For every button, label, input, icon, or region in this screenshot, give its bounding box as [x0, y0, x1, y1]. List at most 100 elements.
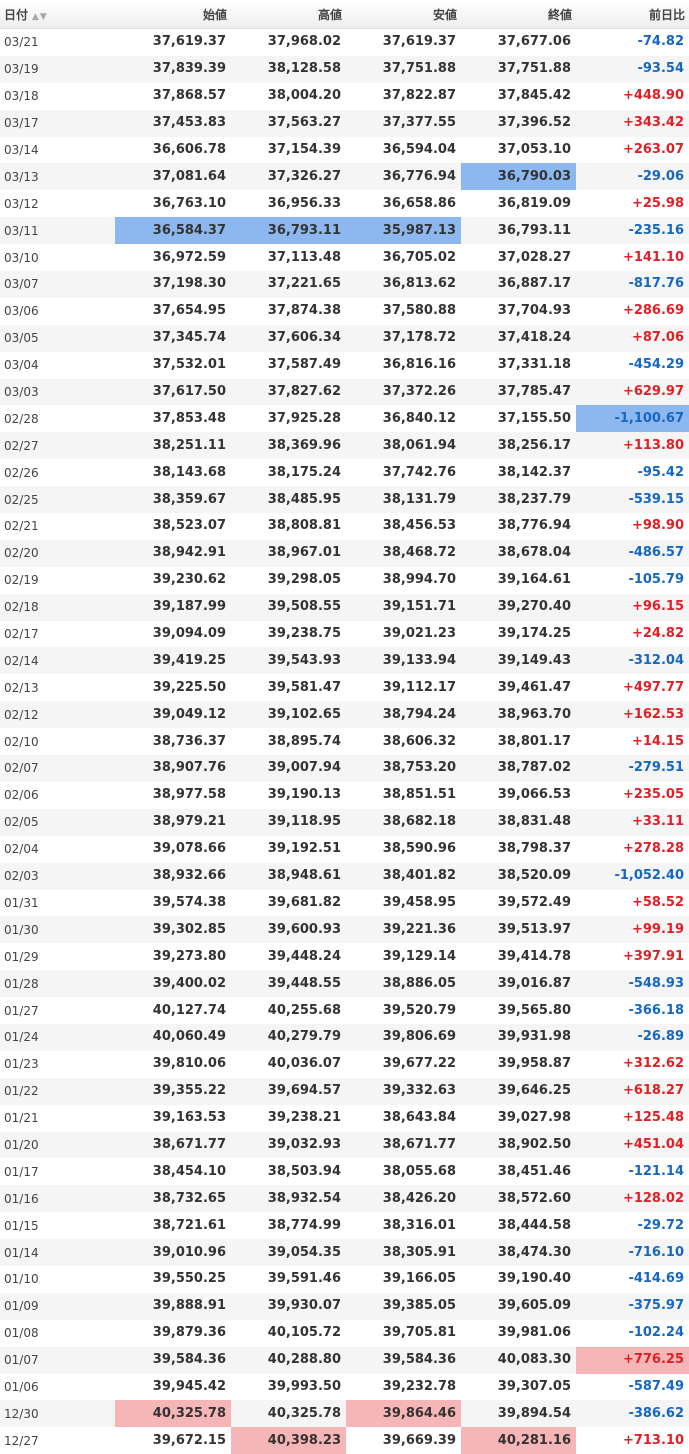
date-cell: 03/05 [0, 325, 115, 352]
date-cell: 01/28 [0, 970, 115, 997]
low-cell: 39,669.39 [346, 1427, 461, 1454]
open-cell: 38,732.65 [115, 1185, 231, 1212]
high-cell: 39,543.93 [231, 647, 346, 674]
close-cell: 36,790.03 [461, 163, 576, 190]
close-cell: 39,270.40 [461, 594, 576, 621]
close-cell: 39,190.40 [461, 1266, 576, 1293]
close-cell: 37,028.27 [461, 244, 576, 271]
open-cell: 39,163.53 [115, 1105, 231, 1132]
sort-arrows-icon[interactable]: ▲▼ [32, 12, 48, 22]
table-row: 03/0537,345.7437,606.3437,178.7237,418.2… [0, 325, 689, 352]
table-row: 01/2239,355.2239,694.5739,332.6339,646.2… [0, 1078, 689, 1105]
change-cell: +25.98 [576, 190, 689, 217]
close-cell: 39,565.80 [461, 997, 576, 1024]
table-row: 01/2440,060.4940,279.7939,806.6939,931.9… [0, 1024, 689, 1051]
low-cell: 39,112.17 [346, 674, 461, 701]
low-cell: 36,705.02 [346, 244, 461, 271]
open-cell: 39,230.62 [115, 567, 231, 594]
close-cell: 39,646.25 [461, 1078, 576, 1105]
open-cell: 37,654.95 [115, 298, 231, 325]
change-cell: +278.28 [576, 836, 689, 863]
change-cell: -74.82 [576, 29, 689, 56]
change-cell: +451.04 [576, 1132, 689, 1159]
date-cell: 01/27 [0, 997, 115, 1024]
table-row: 02/1239,049.1239,102.6538,794.2438,963.7… [0, 701, 689, 728]
high-cell: 38,175.24 [231, 459, 346, 486]
date-cell: 01/15 [0, 1212, 115, 1239]
open-cell: 36,763.10 [115, 190, 231, 217]
table-row: 02/1739,094.0939,238.7539,021.2339,174.2… [0, 621, 689, 648]
table-row: 01/2339,810.0640,036.0739,677.2239,958.8… [0, 1051, 689, 1078]
table-row: 01/1738,454.1038,503.9438,055.6838,451.4… [0, 1158, 689, 1185]
high-cell: 38,485.95 [231, 486, 346, 513]
close-column-header[interactable]: 終値 [461, 0, 576, 29]
open-cell: 38,671.77 [115, 1132, 231, 1159]
open-cell: 39,888.91 [115, 1293, 231, 1320]
open-cell: 38,359.67 [115, 486, 231, 513]
change-cell: -29.72 [576, 1212, 689, 1239]
high-cell: 38,808.81 [231, 513, 346, 540]
table-header: 日付▲▼ 始値 高値 安値 終値 前日比 [0, 0, 689, 29]
open-cell: 36,606.78 [115, 137, 231, 164]
open-cell: 37,453.83 [115, 110, 231, 137]
date-cell: 02/10 [0, 728, 115, 755]
low-cell: 38,468.72 [346, 540, 461, 567]
date-cell: 03/03 [0, 379, 115, 406]
date-column-header[interactable]: 日付▲▼ [0, 0, 115, 29]
high-cell: 40,036.07 [231, 1051, 346, 1078]
low-column-header[interactable]: 安値 [346, 0, 461, 29]
open-cell: 40,325.78 [115, 1400, 231, 1427]
table-row: 03/1036,972.5937,113.4836,705.0237,028.2… [0, 244, 689, 271]
open-cell: 39,302.85 [115, 916, 231, 943]
open-cell: 37,839.39 [115, 56, 231, 83]
high-cell: 38,967.01 [231, 540, 346, 567]
open-cell: 37,198.30 [115, 271, 231, 298]
table-row: 01/1439,010.9639,054.3538,305.9138,474.3… [0, 1239, 689, 1266]
high-column-header[interactable]: 高値 [231, 0, 346, 29]
low-cell: 37,178.72 [346, 325, 461, 352]
low-cell: 35,987.13 [346, 217, 461, 244]
close-cell: 39,513.97 [461, 916, 576, 943]
date-cell: 01/20 [0, 1132, 115, 1159]
high-cell: 37,827.62 [231, 379, 346, 406]
open-cell: 39,945.42 [115, 1374, 231, 1401]
date-cell: 03/19 [0, 56, 115, 83]
open-cell: 40,060.49 [115, 1024, 231, 1051]
table-row: 03/0437,532.0137,587.4936,816.1637,331.1… [0, 352, 689, 379]
date-cell: 01/17 [0, 1158, 115, 1185]
date-cell: 02/07 [0, 755, 115, 782]
change-cell: +128.02 [576, 1185, 689, 1212]
date-cell: 01/06 [0, 1374, 115, 1401]
high-cell: 39,448.55 [231, 970, 346, 997]
date-cell: 01/08 [0, 1320, 115, 1347]
open-cell: 38,907.76 [115, 755, 231, 782]
close-cell: 39,164.61 [461, 567, 576, 594]
high-cell: 38,128.58 [231, 56, 346, 83]
low-cell: 37,742.76 [346, 459, 461, 486]
date-cell: 03/12 [0, 190, 115, 217]
low-cell: 36,840.12 [346, 405, 461, 432]
high-cell: 39,118.95 [231, 809, 346, 836]
table-row: 03/0637,654.9537,874.3837,580.8837,704.9… [0, 298, 689, 325]
change-cell: +448.90 [576, 83, 689, 110]
open-column-header[interactable]: 始値 [115, 0, 231, 29]
table-row: 03/0337,617.5037,827.6237,372.2637,785.4… [0, 379, 689, 406]
close-cell: 39,414.78 [461, 943, 576, 970]
high-cell: 37,874.38 [231, 298, 346, 325]
close-cell: 38,902.50 [461, 1132, 576, 1159]
date-cell: 02/17 [0, 621, 115, 648]
change-cell: -486.57 [576, 540, 689, 567]
change-column-header[interactable]: 前日比 [576, 0, 689, 29]
low-cell: 37,619.37 [346, 29, 461, 56]
high-cell: 39,681.82 [231, 890, 346, 917]
date-cell: 02/19 [0, 567, 115, 594]
high-cell: 37,154.39 [231, 137, 346, 164]
high-cell: 36,793.11 [231, 217, 346, 244]
low-cell: 39,520.79 [346, 997, 461, 1024]
table-row: 02/1839,187.9939,508.5539,151.7139,270.4… [0, 594, 689, 621]
table-row: 01/2839,400.0239,448.5538,886.0539,016.8… [0, 970, 689, 997]
table-row: 02/0638,977.5839,190.1338,851.5139,066.5… [0, 782, 689, 809]
high-cell: 38,932.54 [231, 1185, 346, 1212]
open-cell: 39,273.80 [115, 943, 231, 970]
date-cell: 02/06 [0, 782, 115, 809]
